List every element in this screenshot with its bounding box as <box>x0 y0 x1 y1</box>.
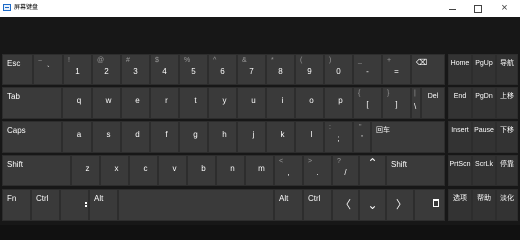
keyboard-app-icon <box>3 4 11 11</box>
pgup-key[interactable]: PgUp <box>472 54 496 85</box>
right-ctrl-key[interactable]: Ctrl <box>303 189 332 221</box>
on-screen-keyboard-window: 屏幕键盘 × Esc ~ ` ! 1 @ 2 # 3 $ 4 % 5 ^ 6 &… <box>0 0 520 225</box>
insert-key[interactable]: Insert <box>448 121 472 153</box>
key-0[interactable]: ) 0 <box>324 54 353 85</box>
key-o[interactable]: o <box>295 87 324 119</box>
key-h[interactable]: h <box>208 121 237 153</box>
right-arrow-icon: 〉 <box>396 199 407 211</box>
end-key[interactable]: End <box>448 87 472 119</box>
right-arrow-key[interactable]: 〉 <box>386 189 414 221</box>
key-4[interactable]: $ 4 <box>150 54 179 85</box>
key-y[interactable]: y <box>208 87 237 119</box>
maximize-button[interactable] <box>465 0 491 17</box>
tab-key[interactable]: Tab <box>2 87 62 119</box>
equals-key[interactable]: + = <box>382 54 411 85</box>
down-arrow-icon: ⌄ <box>367 198 378 212</box>
key-n[interactable]: n <box>216 155 245 186</box>
home-key[interactable]: Home <box>448 54 472 85</box>
key-z[interactable]: z <box>71 155 100 186</box>
options-key[interactable]: 选项 <box>448 189 472 221</box>
key-m[interactable]: m <box>245 155 274 186</box>
esc-key[interactable]: Esc <box>2 54 33 85</box>
backspace-icon: ⌫ <box>416 58 428 67</box>
fade-key[interactable]: 淡化 <box>496 189 518 221</box>
minimize-icon <box>449 9 456 10</box>
left-bracket-key[interactable]: { [ <box>353 87 382 119</box>
key-c[interactable]: c <box>129 155 158 186</box>
up-arrow-icon: ⌃ <box>367 156 378 170</box>
caps-lock-key[interactable]: Caps <box>2 121 62 153</box>
key-b[interactable]: b <box>187 155 216 186</box>
quote-key[interactable]: " ' <box>353 121 371 153</box>
key-5[interactable]: % 5 <box>179 54 208 85</box>
key-k[interactable]: k <box>266 121 295 153</box>
key-l[interactable]: l <box>295 121 324 153</box>
nav-key[interactable]: 导航 <box>496 54 518 85</box>
help-key[interactable]: 帮助 <box>472 189 496 221</box>
move-up-key[interactable]: 上移 <box>496 87 518 119</box>
move-down-key[interactable]: 下移 <box>496 121 518 153</box>
key-s[interactable]: s <box>92 121 121 153</box>
key-3[interactable]: # 3 <box>121 54 150 85</box>
period-key[interactable]: > . <box>303 155 332 186</box>
key-i[interactable]: i <box>266 87 295 119</box>
enter-key[interactable]: 回车 <box>371 121 445 153</box>
key-v[interactable]: v <box>158 155 187 186</box>
down-arrow-key[interactable]: ⌄ <box>359 189 386 221</box>
eraser-key[interactable] <box>414 189 445 221</box>
key-w[interactable]: w <box>92 87 121 119</box>
left-shift-key[interactable]: Shift <box>2 155 71 186</box>
key-e[interactable]: e <box>121 87 150 119</box>
keyboard-area: Esc ~ ` ! 1 @ 2 # 3 $ 4 % 5 ^ 6 & 7 * 8 … <box>0 17 520 225</box>
prtscn-key[interactable]: PrtScn <box>448 155 472 186</box>
minus-key[interactable]: _ - <box>353 54 382 85</box>
scrlk-key[interactable]: ScrLk <box>472 155 496 186</box>
key-r[interactable]: r <box>150 87 179 119</box>
key-6[interactable]: ^ 6 <box>208 54 237 85</box>
right-bracket-key[interactable]: } ] <box>382 87 411 119</box>
left-alt-key[interactable]: Alt <box>89 189 118 221</box>
window-titlebar: 屏幕键盘 × <box>0 0 520 17</box>
pgdn-key[interactable]: PgDn <box>472 87 496 119</box>
semicolon-key[interactable]: : ; <box>324 121 353 153</box>
windows-key[interactable] <box>60 189 89 221</box>
key-g[interactable]: g <box>179 121 208 153</box>
slash-key[interactable]: ? / <box>332 155 359 186</box>
up-arrow-key[interactable]: ⌃ <box>359 155 386 186</box>
key-t[interactable]: t <box>179 87 208 119</box>
space-bar[interactable] <box>118 189 274 221</box>
backspace-key[interactable]: ⌫ <box>411 54 445 85</box>
key-j[interactable]: j <box>237 121 266 153</box>
left-ctrl-key[interactable]: Ctrl <box>31 189 60 221</box>
minimize-button[interactable] <box>440 0 466 17</box>
key-9[interactable]: ( 9 <box>295 54 324 85</box>
right-shift-key[interactable]: Shift <box>386 155 445 186</box>
dock-key[interactable]: 停靠 <box>496 155 518 186</box>
key-p[interactable]: p <box>324 87 353 119</box>
backtick-key[interactable]: ~ ` <box>33 54 63 85</box>
close-button[interactable]: × <box>491 0 517 17</box>
key-8[interactable]: * 8 <box>266 54 295 85</box>
key-2[interactable]: @ 2 <box>92 54 121 85</box>
key-u[interactable]: u <box>237 87 266 119</box>
left-arrow-icon: 〈 <box>340 199 351 211</box>
key-f[interactable]: f <box>150 121 179 153</box>
key-x[interactable]: x <box>100 155 129 186</box>
fn-key[interactable]: Fn <box>2 189 31 221</box>
key-d[interactable]: d <box>121 121 150 153</box>
key-a[interactable]: a <box>62 121 92 153</box>
maximize-icon <box>474 5 482 13</box>
comma-key[interactable]: < , <box>274 155 303 186</box>
right-alt-key[interactable]: Alt <box>274 189 303 221</box>
pause-key[interactable]: Pause <box>472 121 496 153</box>
left-arrow-key[interactable]: 〈 <box>332 189 359 221</box>
backslash-key[interactable]: | \ <box>411 87 421 119</box>
key-1[interactable]: ! 1 <box>63 54 92 85</box>
close-icon: × <box>501 2 508 14</box>
trash-icon <box>433 199 439 207</box>
key-q[interactable]: q <box>62 87 92 119</box>
delete-key[interactable]: Del <box>421 87 445 119</box>
key-7[interactable]: & 7 <box>237 54 266 85</box>
window-title: 屏幕键盘 <box>14 5 39 11</box>
